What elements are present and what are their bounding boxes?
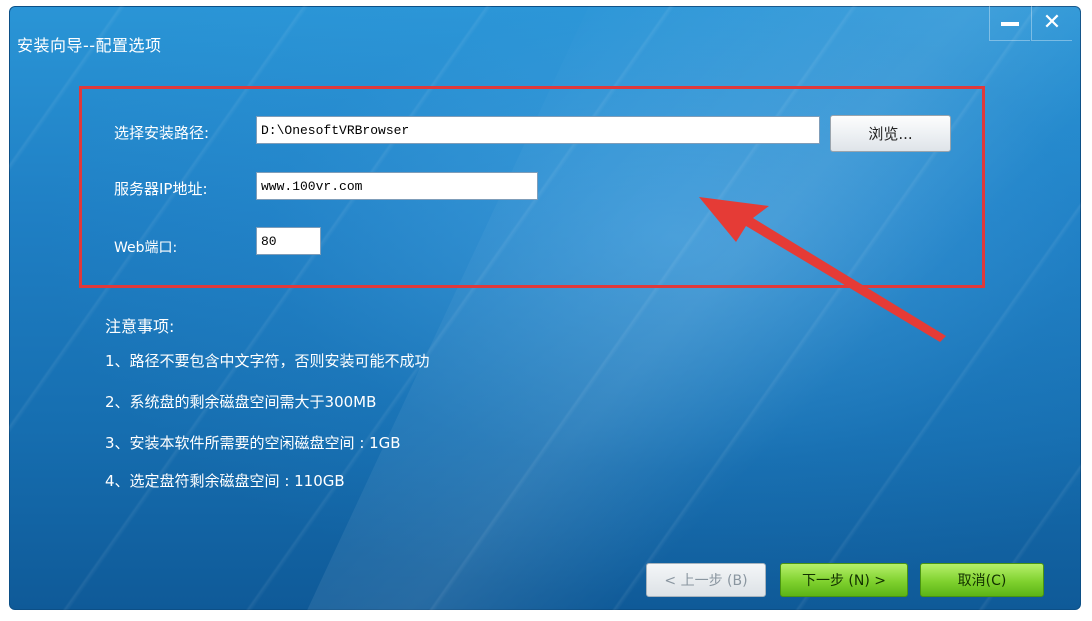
note-item-2: 2、系统盘的剩余磁盘空间需大于300MB [105,393,377,411]
browse-button[interactable]: 浏览... [830,115,951,152]
install-path-label: 选择安装路径: [114,124,210,142]
cancel-button[interactable]: 取消(C) [920,563,1044,597]
close-button[interactable]: ✕ [1031,6,1072,41]
server-ip-input[interactable]: www.100vr.com [256,172,538,200]
note-item-3: 3、安装本软件所需要的空闲磁盘空间 : 1GB [105,434,401,452]
installer-window: 安装向导--配置选项 ✕ 选择安装路径: D:\OnesoftVRBrowser… [9,6,1081,610]
server-ip-label: 服务器IP地址: [114,180,208,198]
web-port-input[interactable]: 80 [256,227,321,255]
close-icon: ✕ [1042,10,1062,35]
window-title: 安装向导--配置选项 [17,36,162,55]
server-ip-value: www.100vr.com [261,178,363,194]
note-item-1: 1、路径不要包含中文字符，否则安装可能不成功 [105,352,430,370]
install-path-value: D:\OnesoftVRBrowser [261,122,410,138]
notes-title: 注意事项: [105,317,175,336]
install-path-input[interactable]: D:\OnesoftVRBrowser [256,116,820,144]
minimize-button[interactable] [989,6,1030,41]
next-button[interactable]: 下一步 (N) > [780,563,908,597]
web-port-label: Web端口: [114,240,178,256]
web-port-value: 80 [261,233,277,249]
minimize-icon [1001,22,1019,26]
note-item-4: 4、选定盘符剩余磁盘空间 : 110GB [105,472,345,490]
prev-button[interactable]: < 上一步 (B) [646,563,766,597]
